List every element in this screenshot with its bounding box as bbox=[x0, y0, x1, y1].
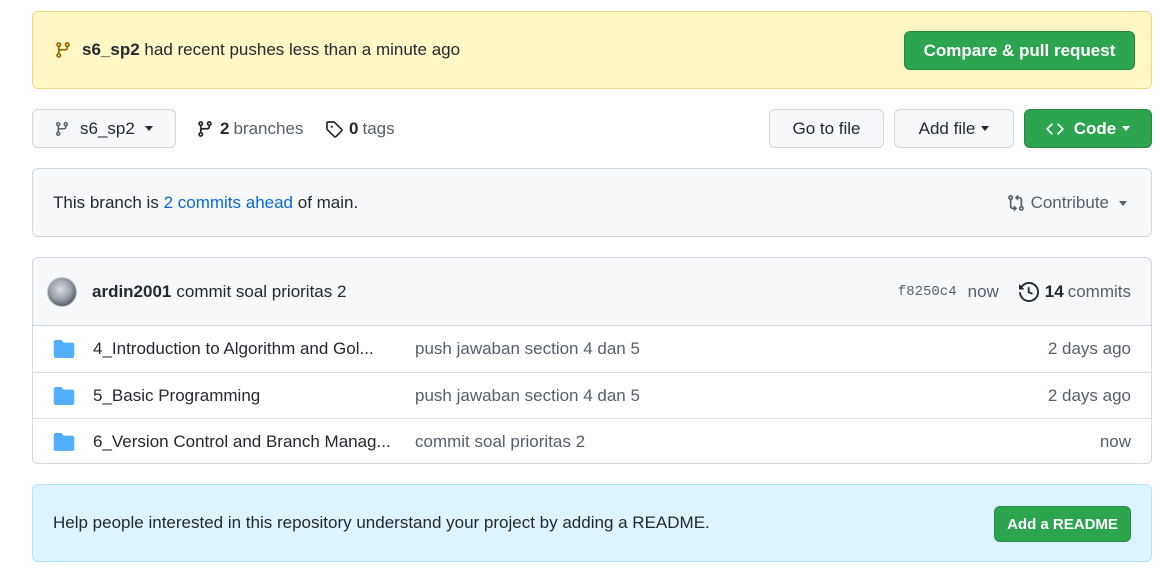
file-list: 4_Introduction to Algorithm and Gol... p… bbox=[33, 326, 1151, 463]
avatar[interactable] bbox=[47, 276, 77, 307]
commits-label: commits bbox=[1067, 282, 1131, 301]
branch-selector-label: s6_sp2 bbox=[80, 118, 135, 138]
commit-sha[interactable]: f8250c4 bbox=[898, 284, 957, 300]
add-file-button[interactable]: Add file bbox=[894, 109, 1014, 148]
tags-link[interactable]: 0 tags bbox=[325, 109, 395, 148]
file-age: 2 days ago bbox=[1047, 339, 1131, 358]
commits-history-link[interactable]: 14 commits bbox=[1018, 282, 1131, 302]
commit-time: now bbox=[967, 282, 999, 301]
file-row[interactable]: 4_Introduction to Algorithm and Gol... p… bbox=[33, 326, 1151, 372]
commit-meta: f8250c4 now 14 commits bbox=[898, 258, 1131, 326]
tags-count: 0 bbox=[349, 118, 359, 138]
add-readme-button[interactable]: Add a README bbox=[994, 506, 1131, 542]
chevron-down-icon bbox=[1122, 126, 1131, 131]
recent-push-banner: s6_sp2 had recent pushes less than a min… bbox=[32, 11, 1152, 89]
go-to-file-button[interactable]: Go to file bbox=[769, 109, 884, 148]
tag-icon bbox=[325, 120, 343, 138]
file-name[interactable]: 5_Basic Programming bbox=[93, 386, 393, 406]
file-commit-message[interactable]: push jawaban section 4 dan 5 bbox=[415, 386, 640, 406]
git-branch-icon bbox=[54, 41, 72, 59]
git-compare-icon bbox=[1007, 194, 1025, 212]
add-file-label: Add file bbox=[918, 118, 976, 138]
branch-selector-button[interactable]: s6_sp2 bbox=[32, 109, 176, 148]
compare-pull-request-button[interactable]: Compare & pull request bbox=[904, 31, 1135, 70]
contribute-label: Contribute bbox=[1030, 193, 1109, 212]
git-branch-icon bbox=[54, 121, 70, 137]
file-name[interactable]: 6_Version Control and Branch Manag... bbox=[93, 432, 393, 452]
ahead-prefix: This branch is bbox=[53, 192, 159, 212]
banner-message-text: had recent pushes less than a minute ago bbox=[144, 40, 461, 59]
commits-count: 14 bbox=[1044, 282, 1064, 301]
chevron-down-icon bbox=[144, 126, 153, 131]
file-browser: ardin2001 commit soal prioritas 2 f8250c… bbox=[32, 257, 1152, 464]
file-age: now bbox=[1099, 431, 1131, 451]
commits-ahead-link[interactable]: 2 commits ahead bbox=[164, 193, 293, 212]
repo-toolbar: s6_sp2 2 branches 0 tags Go to file Add … bbox=[32, 109, 1152, 149]
code-icon bbox=[1046, 120, 1064, 138]
branches-label: branches bbox=[233, 118, 304, 138]
commit-author[interactable]: ardin2001 bbox=[92, 282, 171, 302]
file-row[interactable]: 5_Basic Programming push jawaban section… bbox=[33, 372, 1151, 418]
chevron-down-icon bbox=[1119, 200, 1127, 206]
code-button[interactable]: Code bbox=[1024, 109, 1152, 148]
branches-count: 2 bbox=[220, 118, 230, 138]
history-icon bbox=[1018, 282, 1039, 302]
branches-link[interactable]: 2 branches bbox=[196, 109, 303, 148]
branch-ahead-text: This branch is 2 commits ahead of main. bbox=[53, 193, 358, 213]
readme-prompt-text: Help people interested in this repositor… bbox=[53, 513, 710, 532]
contribute-dropdown[interactable]: Contribute bbox=[1007, 193, 1127, 213]
branch-ahead-box: This branch is 2 commits ahead of main. … bbox=[32, 168, 1152, 237]
file-age: 2 days ago bbox=[1047, 385, 1131, 405]
folder-icon bbox=[53, 432, 75, 451]
folder-icon bbox=[53, 340, 75, 358]
banner-branch-name[interactable]: s6_sp2 bbox=[82, 40, 140, 59]
file-row[interactable]: 6_Version Control and Branch Manag... co… bbox=[33, 418, 1151, 463]
code-label: Code bbox=[1073, 118, 1117, 138]
commit-message[interactable]: commit soal prioritas 2 bbox=[176, 282, 346, 302]
banner-message: s6_sp2 had recent pushes less than a min… bbox=[82, 40, 460, 60]
file-commit-message[interactable]: push jawaban section 4 dan 5 bbox=[415, 339, 640, 359]
latest-commit-bar: ardin2001 commit soal prioritas 2 f8250c… bbox=[33, 258, 1151, 326]
chevron-down-icon bbox=[981, 126, 990, 131]
folder-icon bbox=[53, 386, 75, 405]
git-branch-icon bbox=[196, 120, 214, 138]
ahead-suffix: of main. bbox=[297, 192, 359, 212]
readme-prompt: Help people interested in this repositor… bbox=[32, 484, 1152, 562]
file-name[interactable]: 4_Introduction to Algorithm and Gol... bbox=[93, 339, 393, 359]
tags-label: tags bbox=[362, 118, 395, 138]
file-commit-message[interactable]: commit soal prioritas 2 bbox=[415, 432, 585, 452]
